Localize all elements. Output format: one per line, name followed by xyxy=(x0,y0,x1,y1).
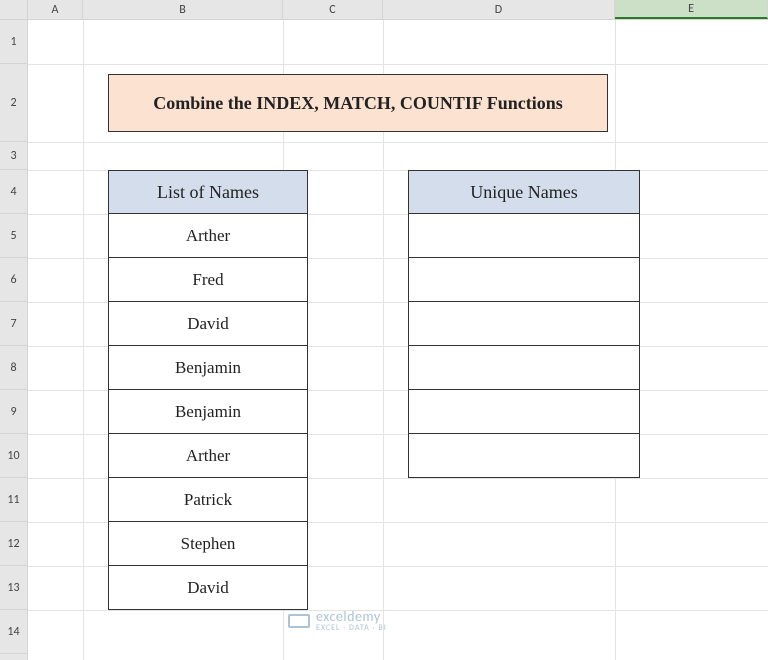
row-header-11[interactable]: 11 xyxy=(0,478,27,522)
row-header-8[interactable]: 8 xyxy=(0,346,27,390)
list-names-cell[interactable]: David xyxy=(108,302,308,346)
unique-names-cell[interactable] xyxy=(408,346,640,390)
unique-names-header[interactable]: Unique Names xyxy=(408,170,640,214)
col-header-e[interactable]: E xyxy=(615,0,768,19)
list-names-header[interactable]: List of Names xyxy=(108,170,308,214)
unique-names-cell[interactable] xyxy=(408,302,640,346)
list-names-cell[interactable]: Arther xyxy=(108,434,308,478)
list-names-cell[interactable]: David xyxy=(108,566,308,610)
spreadsheet-grid: A B C D E 1 2 3 4 5 6 7 8 9 10 11 12 13 … xyxy=(0,0,768,660)
watermark-brand: exceldemy xyxy=(316,610,387,624)
row-header-12[interactable]: 12 xyxy=(0,522,27,566)
row-header-9[interactable]: 9 xyxy=(0,390,27,434)
list-names-cell[interactable]: Benjamin xyxy=(108,346,308,390)
list-names-cell[interactable]: Stephen xyxy=(108,522,308,566)
unique-names-cell[interactable] xyxy=(408,258,640,302)
row-header-1[interactable]: 1 xyxy=(0,20,27,64)
title-cell[interactable]: Combine the INDEX, MATCH, COUNTIF Functi… xyxy=(108,74,608,132)
list-names-cell[interactable]: Benjamin xyxy=(108,390,308,434)
row-header-6[interactable]: 6 xyxy=(0,258,27,302)
col-header-d[interactable]: D xyxy=(383,0,615,19)
watermark: exceldemy EXCEL · DATA · BI xyxy=(288,610,387,632)
list-names-cell[interactable]: Patrick xyxy=(108,478,308,522)
watermark-tagline: EXCEL · DATA · BI xyxy=(316,624,387,632)
row-header-13[interactable]: 13 xyxy=(0,566,27,610)
row-header-5[interactable]: 5 xyxy=(0,214,27,258)
column-header-row: A B C D E xyxy=(0,0,768,20)
unique-names-cell[interactable] xyxy=(408,390,640,434)
row-header-2[interactable]: 2 xyxy=(0,64,27,142)
watermark-logo-icon xyxy=(288,614,310,628)
select-all-corner[interactable] xyxy=(0,0,28,19)
col-header-c[interactable]: C xyxy=(283,0,383,19)
row-header-7[interactable]: 7 xyxy=(0,302,27,346)
unique-names-cell[interactable] xyxy=(408,214,640,258)
row-header-gutter: 1 2 3 4 5 6 7 8 9 10 11 12 13 14 xyxy=(0,20,28,660)
list-names-cell[interactable]: Arther xyxy=(108,214,308,258)
unique-names-cell[interactable] xyxy=(408,434,640,478)
row-header-4[interactable]: 4 xyxy=(0,170,27,214)
row-header-10[interactable]: 10 xyxy=(0,434,27,478)
col-header-b[interactable]: B xyxy=(83,0,283,19)
row-header-14[interactable]: 14 xyxy=(0,610,27,654)
row-header-3[interactable]: 3 xyxy=(0,142,27,170)
list-names-cell[interactable]: Fred xyxy=(108,258,308,302)
col-header-a[interactable]: A xyxy=(28,0,83,19)
sheet-canvas[interactable]: Combine the INDEX, MATCH, COUNTIF Functi… xyxy=(28,20,768,660)
